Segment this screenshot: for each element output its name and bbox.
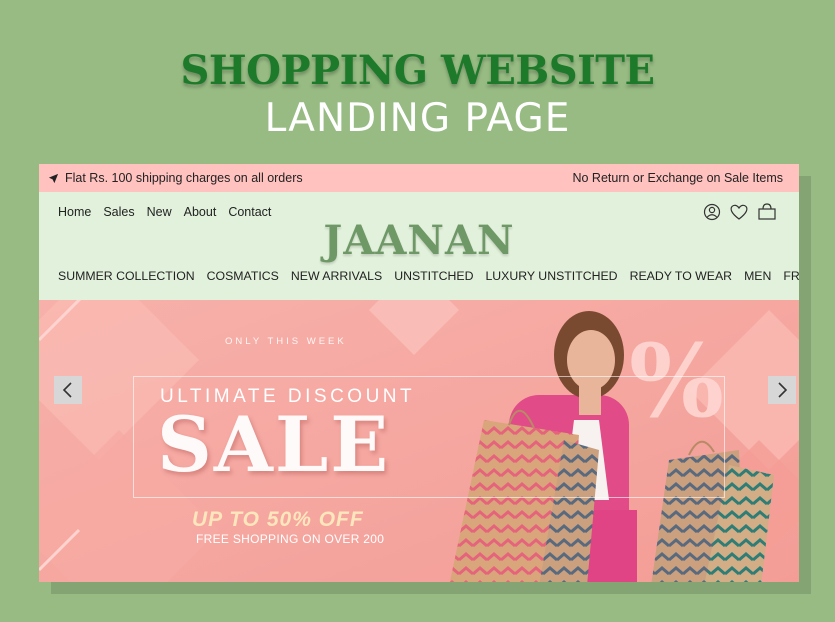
category-nav: SUMMER COLLECTION COSMATICS NEW ARRIVALS… bbox=[58, 269, 799, 283]
shipping-notice: Flat Rs. 100 shipping charges on all ord… bbox=[48, 171, 303, 185]
carousel-prev-button[interactable] bbox=[54, 376, 82, 404]
hero-title-line2: LANDING PAGE bbox=[264, 96, 571, 141]
category-luxury-unstitched[interactable]: LUXURY UNSTITCHED bbox=[485, 269, 617, 283]
category-cosmatics[interactable]: COSMATICS bbox=[207, 269, 279, 283]
chevron-right-icon bbox=[778, 382, 788, 398]
category-ready-to-wear[interactable]: READY TO WEAR bbox=[630, 269, 733, 283]
category-men[interactable]: MEN bbox=[744, 269, 771, 283]
banner-note: FREE SHOPPING ON OVER 200 bbox=[196, 532, 385, 546]
category-new-arrivals[interactable]: NEW ARRIVALS bbox=[291, 269, 382, 283]
banner-offer: UP TO 50% OFF bbox=[192, 508, 364, 531]
hero-title: SHOPPING WEBSITE LANDING PAGE bbox=[0, 46, 835, 142]
hero-banner[interactable]: % ONLY THIS WEEK ULTIMATE DISCOUNT SALE … bbox=[39, 300, 799, 582]
carousel-next-button[interactable] bbox=[768, 376, 796, 404]
brand-logo[interactable]: JAANAN bbox=[39, 217, 799, 264]
category-unstitched[interactable]: UNSTITCHED bbox=[394, 269, 473, 283]
shipping-notice-text: Flat Rs. 100 shipping charges on all ord… bbox=[65, 171, 303, 185]
category-summer-collection[interactable]: SUMMER COLLECTION bbox=[58, 269, 195, 283]
banner-headline: SALE bbox=[157, 400, 391, 489]
website-mockup: Flat Rs. 100 shipping charges on all ord… bbox=[39, 164, 799, 582]
return-policy-text: No Return or Exchange on Sale Items bbox=[572, 171, 783, 185]
hero-title-line1: SHOPPING WEBSITE bbox=[180, 47, 655, 94]
banner-kicker: ONLY THIS WEEK bbox=[225, 336, 347, 347]
announcement-bar: Flat Rs. 100 shipping charges on all ord… bbox=[39, 164, 799, 192]
chevron-left-icon bbox=[62, 382, 72, 398]
site-header: Home Sales New About Contact JAANAN SUMM… bbox=[39, 192, 799, 300]
send-icon bbox=[48, 173, 59, 183]
category-fragrances[interactable]: FRAGRANCES bbox=[783, 269, 799, 283]
